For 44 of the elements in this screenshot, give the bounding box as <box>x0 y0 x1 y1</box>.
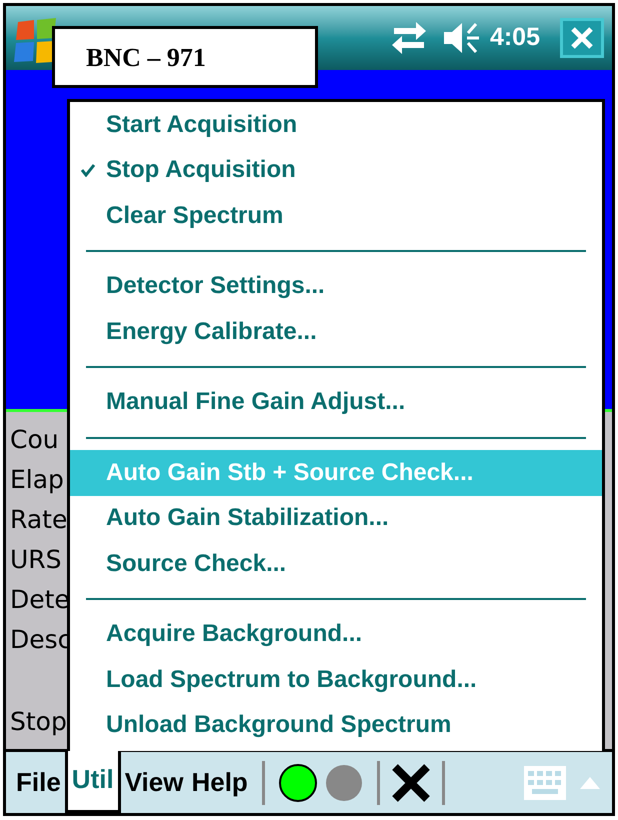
menu-item[interactable]: Load Spectrum to Background... <box>70 657 602 702</box>
menu-item-label: Manual Fine Gain Adjust... <box>106 387 406 418</box>
menu-item-label: Auto Gain Stb + Source Check... <box>106 458 474 488</box>
menu-item[interactable]: Detector Settings... <box>70 264 602 309</box>
menu-item-label: Detector Settings... <box>106 271 325 302</box>
menu-item-label: Start Acquisition <box>106 110 298 140</box>
menu-item[interactable]: Unload Background Spectrum <box>70 702 602 748</box>
menu-item-label: Auto Gain Stabilization... <box>106 503 389 534</box>
menu-item[interactable]: Clear Spectrum <box>70 193 602 238</box>
menu-bar-item[interactable]: Help <box>187 752 252 813</box>
menu-item-label: Load Spectrum to Background... <box>106 664 477 695</box>
connectivity-icon[interactable] <box>390 20 428 56</box>
menu-item[interactable]: Auto Gain Stabilization... <box>70 496 602 541</box>
readout-label: URS <box>10 544 62 576</box>
windows-logo-icon[interactable] <box>14 18 58 64</box>
menu-item[interactable]: Start Acquisition <box>70 102 602 148</box>
readout-label: Dete <box>10 584 70 616</box>
menu-item-label: Acquire Background... <box>106 619 362 650</box>
readout-label: Rate <box>10 504 68 536</box>
menu-item-label: Clear Spectrum <box>106 200 284 231</box>
clock-time: 4:05 <box>490 22 540 54</box>
close-button[interactable] <box>560 18 604 58</box>
menu-item-label: Energy Calibrate... <box>106 316 317 347</box>
menu-item-label: Unload Background Spectrum <box>106 710 452 740</box>
menu-item-label: Source Check... <box>106 548 286 579</box>
menu-item[interactable]: Stop Acquisition <box>70 148 602 193</box>
menu-item[interactable]: Energy Calibrate... <box>70 309 602 354</box>
menu-item-label: Stop Acquisition <box>106 155 296 186</box>
close-icon <box>570 26 594 50</box>
menu-bar-item[interactable]: Util <box>64 749 121 813</box>
readout-label: Cou <box>10 424 59 456</box>
checkmark-icon <box>80 163 96 178</box>
speaker-icon[interactable] <box>442 21 482 55</box>
menu-item[interactable]: Source Check... <box>70 541 602 586</box>
readout-label: Elap <box>10 464 64 496</box>
status-light-icon[interactable] <box>276 762 319 802</box>
menu-item[interactable]: Acquire Background... <box>70 612 602 657</box>
menu-item[interactable]: Manual Fine Gain Adjust... <box>70 380 602 425</box>
readout-label: Stop <box>10 706 67 738</box>
app-title: BNC – 971 <box>52 26 318 88</box>
menu-bar-item[interactable]: View <box>120 752 188 813</box>
menu-bar-item[interactable]: File <box>12 752 65 813</box>
close-icon[interactable] <box>390 762 432 802</box>
readout-label: Desc <box>10 624 72 656</box>
